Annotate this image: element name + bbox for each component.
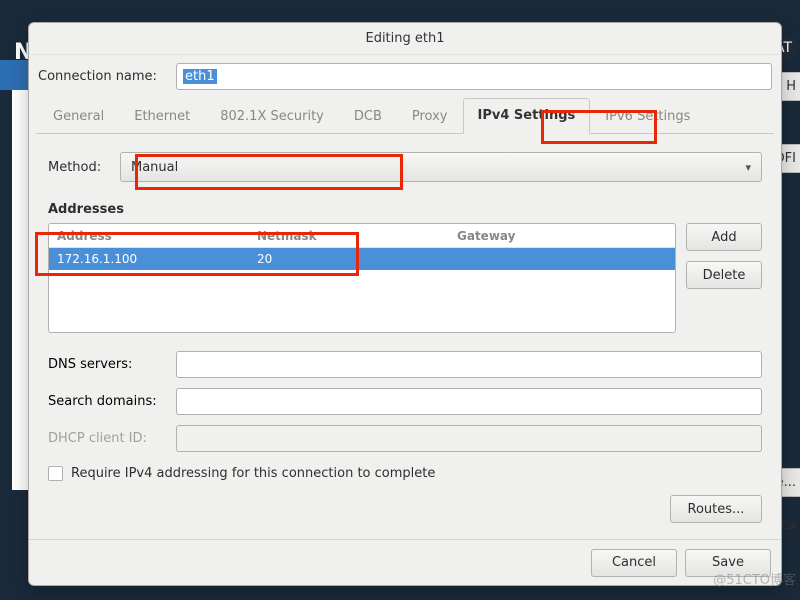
header-address: Address <box>49 224 249 247</box>
dialog-title: Editing eth1 <box>29 23 781 55</box>
settings-tabs: General Ethernet 802.1X Security DCB Pro… <box>36 100 774 134</box>
require-ipv4-checkbox[interactable] <box>48 466 63 481</box>
bg-blue-square <box>0 60 30 90</box>
table-row[interactable]: 172.16.1.100 20 <box>49 248 675 270</box>
routes-button[interactable]: Routes... <box>670 495 762 523</box>
dns-servers-input[interactable] <box>176 351 762 378</box>
tab-dcb[interactable]: DCB <box>339 99 397 134</box>
tab-ethernet[interactable]: Ethernet <box>119 99 205 134</box>
addresses-header: Address Netmask Gateway <box>49 224 675 248</box>
dialog-footer: Cancel Save <box>29 539 781 585</box>
addresses-title: Addresses <box>48 202 762 217</box>
header-gateway: Gateway <box>449 224 675 247</box>
dhcp-client-id-input <box>176 425 762 452</box>
add-button[interactable]: Add <box>686 223 762 251</box>
bg-help-button[interactable]: H <box>781 72 800 101</box>
method-dropdown[interactable]: Manual <box>120 152 762 182</box>
method-value: Manual <box>131 160 178 175</box>
connection-name-input[interactable]: eth1 <box>176 63 772 90</box>
cancel-button[interactable]: Cancel <box>591 549 677 577</box>
dns-servers-label: DNS servers: <box>48 357 168 372</box>
ipv4-tab-content: Method: Manual Addresses Address Netmask… <box>36 134 774 539</box>
dhcp-client-id-label: DHCP client ID: <box>48 431 168 446</box>
tab-ipv6-settings[interactable]: IPv6 Settings <box>590 99 705 134</box>
tab-8021x-security[interactable]: 802.1X Security <box>205 99 339 134</box>
tab-general[interactable]: General <box>38 99 119 134</box>
cell-netmask[interactable]: 20 <box>249 248 449 270</box>
edit-connection-dialog: Editing eth1 Connection name: eth1 Gener… <box>28 22 782 586</box>
header-netmask: Netmask <box>249 224 449 247</box>
watermark: @51CTO博客 <box>713 569 796 588</box>
connection-name-value: eth1 <box>183 69 217 84</box>
method-label: Method: <box>48 160 108 175</box>
addresses-table[interactable]: Address Netmask Gateway 172.16.1.100 20 <box>48 223 676 333</box>
connection-name-label: Connection name: <box>38 69 164 84</box>
search-domains-label: Search domains: <box>48 394 168 409</box>
cell-gateway[interactable] <box>449 248 675 270</box>
search-domains-input[interactable] <box>176 388 762 415</box>
cell-address[interactable]: 172.16.1.100 <box>49 248 249 270</box>
delete-button[interactable]: Delete <box>686 261 762 289</box>
require-ipv4-label: Require IPv4 addressing for this connect… <box>71 466 435 481</box>
tab-proxy[interactable]: Proxy <box>397 99 463 134</box>
tab-ipv4-settings[interactable]: IPv4 Settings <box>463 98 591 134</box>
